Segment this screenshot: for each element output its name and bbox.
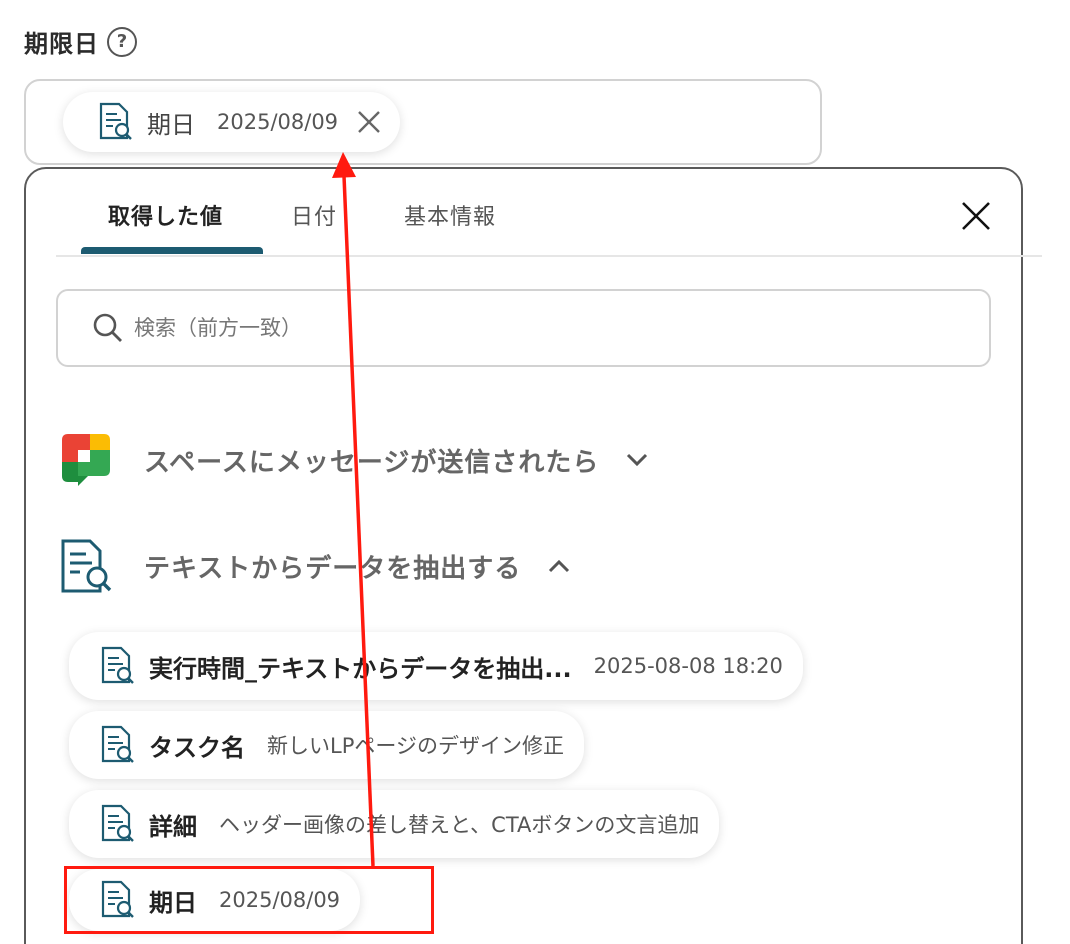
section-extract-data[interactable]: テキストからデータを抽出する	[60, 538, 571, 594]
search-input[interactable]	[134, 316, 934, 340]
field-label-text: 期限日	[24, 30, 99, 58]
section-title: テキストからデータを抽出する	[144, 553, 522, 584]
tab-retrieved-values[interactable]: 取得した値	[108, 199, 223, 231]
active-tab-indicator	[81, 247, 263, 254]
chevron-down-icon[interactable]	[625, 452, 649, 468]
item-name: 詳細	[149, 812, 197, 841]
list-item-task-name[interactable]: タスク名 新しいLPページのデザイン修正	[69, 711, 584, 779]
section-chat-trigger[interactable]: スペースにメッセージが送信されたら	[60, 432, 649, 488]
document-search-icon	[101, 804, 134, 842]
item-value: 新しいLPページのデザイン修正	[267, 734, 564, 758]
document-search-icon	[99, 102, 132, 140]
document-search-icon	[101, 646, 134, 684]
field-label: 期限日 ?	[24, 24, 137, 59]
chip-value: 2025/08/09	[217, 110, 339, 134]
item-name: タスク名	[149, 733, 245, 762]
document-search-icon	[101, 725, 134, 763]
item-name: 実行時間_テキストからデータを抽出...	[149, 654, 572, 683]
tab-basic-info[interactable]: 基本情報	[404, 199, 496, 231]
annotation-highlight-box	[64, 866, 434, 934]
list-item-details[interactable]: 詳細 ヘッダー画像の差し替えと、CTAボタンの文言追加	[69, 790, 720, 858]
selected-value-chip[interactable]: 期日 2025/08/09	[63, 92, 401, 152]
search-box	[56, 289, 991, 367]
tab-bar: 取得した値 日付 基本情報	[56, 169, 1042, 257]
item-value: ヘッダー画像の差し替えと、CTAボタンの文言追加	[219, 813, 700, 837]
google-chat-icon	[62, 434, 110, 486]
tab-date[interactable]: 日付	[291, 199, 337, 231]
help-icon[interactable]: ?	[107, 26, 137, 57]
item-value: 2025-08-08 18:20	[593, 654, 783, 678]
chip-name: 期日	[147, 110, 195, 139]
close-icon[interactable]	[960, 200, 992, 232]
section-title: スペースにメッセージが送信されたら	[144, 447, 600, 478]
chevron-up-icon[interactable]	[547, 558, 571, 574]
document-search-icon	[61, 539, 112, 593]
remove-chip-icon[interactable]	[356, 109, 382, 135]
search-icon	[93, 313, 122, 342]
list-item-exec-time[interactable]: 実行時間_テキストからデータを抽出... 2025-08-08 18:20	[69, 632, 803, 700]
